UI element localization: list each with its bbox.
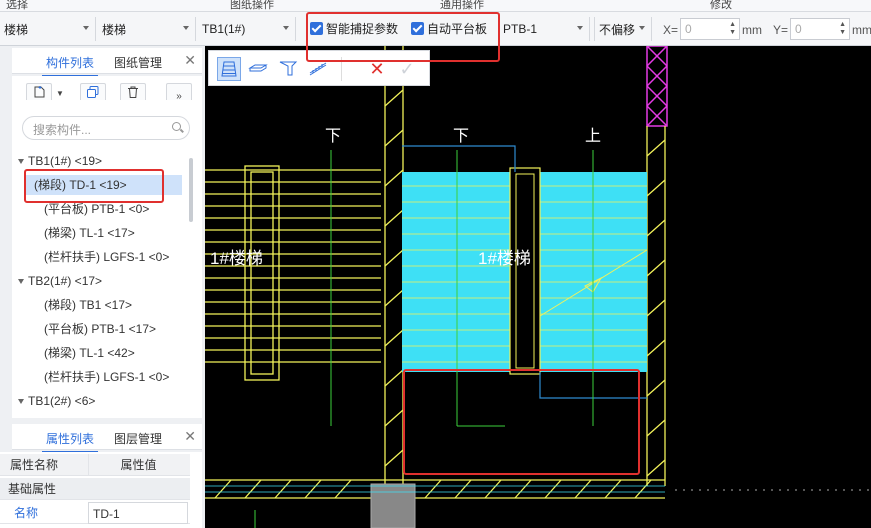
caret-down-icon: [18, 159, 24, 165]
direction-label-up: 上: [585, 128, 602, 145]
caret-down-icon: [18, 399, 24, 405]
header-property-value: 属性值: [88, 454, 188, 476]
menu-modify[interactable]: 修改: [710, 0, 732, 12]
chevron-down-icon: [83, 26, 89, 30]
stair-flight-fill: [402, 167, 648, 375]
tree-item-label: TB1(1#) <19>: [28, 154, 103, 168]
new-file-icon: [34, 86, 45, 98]
tree-item[interactable]: (栏杆扶手) LGFS-1 <0>: [34, 247, 169, 267]
y-label: Y=: [773, 23, 789, 37]
close-icon[interactable]: ✕: [184, 428, 196, 445]
tab-property-list[interactable]: 属性列表: [41, 430, 99, 453]
column-block: [370, 483, 416, 528]
component-select[interactable]: TB1(1#): [198, 17, 296, 41]
tree-item-label: (梯段) TB1 <17>: [44, 298, 133, 312]
y-input[interactable]: 0 ▲ ▼: [790, 18, 850, 40]
tree-item-label: (栏杆扶手) LGFS-1 <0>: [44, 250, 170, 264]
floor-select[interactable]: 楼梯: [0, 17, 96, 41]
spinner-icon[interactable]: ▲ ▼: [839, 21, 846, 37]
top-menu-strip: 选择 图纸操作 通用操作 修改: [0, 0, 871, 12]
type-select[interactable]: 楼梯: [98, 17, 196, 41]
stair-flight-icon: [221, 61, 237, 77]
highlight-box-canvas-area: [403, 369, 640, 475]
platform-select[interactable]: PTB-1: [498, 17, 590, 41]
tree-item-label: TB2(1#) <17>: [28, 274, 103, 288]
y-unit: mm: [852, 23, 871, 37]
platform-slab-tool[interactable]: [247, 57, 271, 81]
tree-item-label: (平台板) PTB-1 <17>: [44, 322, 157, 336]
direction-label-down: 下: [453, 128, 470, 145]
x-input[interactable]: 0 ▲ ▼: [680, 18, 740, 40]
property-value-input[interactable]: TD-1: [88, 502, 188, 524]
slab-icon: [248, 64, 268, 72]
spinner-icon[interactable]: ▲ ▼: [729, 21, 736, 37]
property-table: 属性名称 属性值 基础属性 名称 TD-1: [0, 452, 202, 528]
chevron-down-icon: [283, 26, 289, 30]
menu-drawing-ops[interactable]: 图纸操作: [230, 0, 274, 12]
platform-select-value: PTB-1: [503, 22, 538, 36]
tree-item[interactable]: (栏杆扶手) LGFS-1 <0>: [34, 367, 169, 387]
highlight-box-tree-item: [24, 169, 164, 203]
tree-item[interactable]: (梯梁) TL-1 <42>: [34, 343, 135, 363]
x-unit: mm: [742, 23, 762, 37]
property-row: 名称 TD-1: [0, 502, 190, 524]
stair-label-center: 1#楼梯: [478, 249, 531, 268]
tree-item-label: TB1(2#) <6>: [28, 394, 96, 408]
property-name: 名称: [14, 506, 39, 520]
offset-select[interactable]: 不偏移: [594, 17, 652, 41]
tab-component-list[interactable]: 构件列表: [41, 54, 99, 77]
caret-down-icon: [18, 279, 24, 285]
tab-layer-manager[interactable]: 图层管理: [114, 430, 162, 447]
stair-label-left: 1#楼梯: [210, 249, 263, 268]
y-value: 0: [795, 22, 802, 36]
tab-drawing-manager[interactable]: 图纸管理: [114, 54, 162, 71]
x-value: 0: [685, 22, 692, 36]
tree-scrollbar[interactable]: [189, 158, 193, 222]
chevron-down-icon: [639, 26, 645, 30]
chevron-down-icon: [183, 26, 189, 30]
tree-item-label: (栏杆扶手) LGFS-1 <0>: [44, 370, 170, 384]
search-placeholder: 搜索构件...: [33, 123, 92, 137]
tree-group-tb2-1[interactable]: TB2(1#) <17>: [18, 271, 102, 291]
check-icon: ✓: [399, 59, 415, 79]
menu-select[interactable]: 选择: [6, 0, 28, 12]
property-group-row[interactable]: 基础属性: [0, 478, 190, 500]
close-icon: ✕: [369, 59, 385, 79]
highlight-box-checkboxes: [306, 12, 500, 62]
close-icon[interactable]: ✕: [184, 52, 196, 69]
search-input[interactable]: 搜索构件...: [22, 116, 190, 140]
property-panel-tabs: 属性列表 图层管理 ✕: [12, 424, 202, 453]
tree-group-tb1-1[interactable]: TB1(1#) <19>: [18, 151, 102, 171]
menu-common-ops[interactable]: 通用操作: [440, 0, 484, 12]
stair-flight-tool[interactable]: [217, 57, 241, 81]
trash-icon: [128, 86, 138, 98]
tree-group-tb1-2[interactable]: TB1(2#) <6>: [18, 391, 95, 411]
header-property-name: 属性名称: [10, 458, 59, 472]
property-table-header: 属性名称 属性值: [0, 454, 190, 476]
chevron-down-icon: [577, 26, 583, 30]
component-select-value: TB1(1#): [202, 22, 246, 36]
floor-select-value: 楼梯: [4, 22, 29, 37]
property-group-label: 基础属性: [8, 482, 57, 496]
tree-item-label: (梯梁) TL-1 <17>: [44, 226, 135, 240]
copy-icon: [87, 86, 99, 98]
x-label: X=: [663, 23, 679, 37]
tree-item[interactable]: (梯段) TB1 <17>: [34, 295, 132, 315]
direction-label-down: 下: [325, 128, 342, 145]
component-panel-tabs: 构件列表 图纸管理 ✕: [12, 48, 202, 77]
offset-select-value: 不偏移: [599, 22, 636, 37]
type-select-value: 楼梯: [102, 22, 127, 37]
stair-beam-tool[interactable]: [277, 57, 301, 81]
tree-item[interactable]: (梯梁) TL-1 <17>: [34, 223, 135, 243]
tree-item-label: (梯梁) TL-1 <42>: [44, 346, 135, 360]
tree-item-label: (平台板) PTB-1 <0>: [44, 202, 150, 216]
search-icon: [172, 122, 181, 131]
beam-icon: [279, 61, 298, 76]
tree-item[interactable]: (平台板) PTB-1 <17>: [34, 319, 156, 339]
